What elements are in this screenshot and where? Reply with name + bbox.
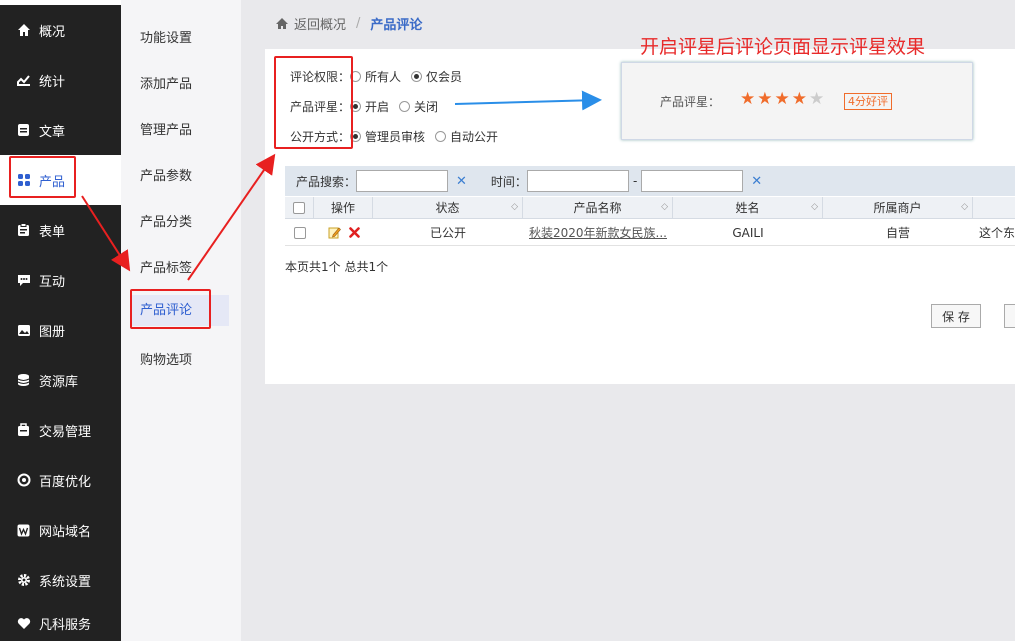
- name-cell: GAILI: [732, 225, 764, 240]
- row-select-cell: [285, 220, 314, 245]
- arrow-rating-to-preview: [454, 90, 602, 111]
- arrow-comments-to-settings: [187, 153, 276, 281]
- star-rating: ★ ★ ★ ★ ★: [740, 91, 826, 108]
- header-label: 产品名称: [573, 201, 622, 215]
- product-search-input[interactable]: [356, 170, 449, 192]
- header-label: 状态: [435, 201, 460, 215]
- col-header-status[interactable]: 状态 ◇: [373, 197, 523, 218]
- status-cell: 已公开: [429, 226, 466, 240]
- clear-date-icon[interactable]: ✕: [751, 174, 762, 189]
- preview-label: 产品评星：: [660, 95, 721, 109]
- select-all-cell: [285, 197, 314, 218]
- clear-search-icon[interactable]: ✕: [456, 174, 467, 189]
- sort-icon: ◇: [961, 202, 968, 212]
- rating-preview: 产品评星： ★ ★ ★ ★ ★ 4分好评: [621, 62, 973, 140]
- col-header-product[interactable]: 产品名称 ◇: [523, 197, 673, 218]
- date-separator: -: [632, 174, 638, 188]
- star-icon: ★: [740, 89, 756, 109]
- header-label: 姓名: [735, 201, 760, 215]
- search-label: 产品搜索：: [296, 174, 357, 189]
- sort-icon: ◇: [811, 202, 818, 212]
- pager-summary: 本页共1个 总共1个: [285, 260, 389, 274]
- merchant-cell: 自营: [885, 226, 910, 240]
- product-link[interactable]: 秋装2020年新款女民族...: [523, 220, 673, 245]
- col-header-name[interactable]: 姓名 ◇: [673, 197, 823, 218]
- edit-icon[interactable]: [328, 226, 341, 239]
- start-date-input[interactable]: [526, 170, 629, 192]
- time-label: 时间：: [490, 174, 527, 189]
- col-header-actions: 操作: [314, 197, 373, 218]
- rating-badge: 4分好评: [844, 93, 892, 110]
- star-icon: ★: [757, 89, 773, 109]
- arrow-products-to-comments: [81, 195, 131, 272]
- star-icon: ★: [791, 89, 807, 109]
- extra-cell: 这个东: [979, 226, 1015, 240]
- table-row: 已公开 秋装2020年新款女民族... GAILI 自营 这个东: [285, 220, 1015, 246]
- end-date-input[interactable]: [641, 170, 744, 192]
- col-header-merchant[interactable]: 所属商户 ◇: [823, 197, 973, 218]
- save-button[interactable]: 保 存: [931, 304, 981, 328]
- star-icon: ★: [774, 89, 790, 109]
- header-label: 所属商户: [873, 201, 922, 215]
- search-bar: 产品搜索： ✕ 时间： - ✕: [285, 166, 1015, 196]
- star-icon: ★: [809, 89, 825, 109]
- sort-icon: ◇: [511, 202, 518, 212]
- row-actions: [314, 220, 373, 245]
- sort-icon: ◇: [661, 202, 668, 212]
- delete-icon[interactable]: [348, 227, 360, 238]
- table-header: 操作 状态 ◇ 产品名称 ◇ 姓名 ◇ 所属商户 ◇: [285, 197, 1015, 219]
- secondary-button-partial[interactable]: [1004, 304, 1015, 328]
- select-all-checkbox[interactable]: [293, 201, 305, 214]
- row-checkbox[interactable]: [293, 226, 306, 239]
